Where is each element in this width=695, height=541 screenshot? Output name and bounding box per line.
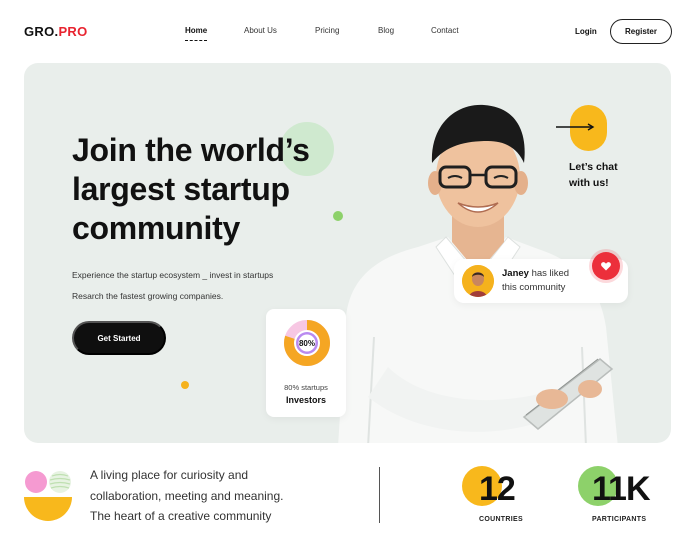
- nav-link-home[interactable]: Home: [185, 26, 208, 41]
- stat-countries: 12 COUNTRIES: [462, 466, 552, 528]
- stat-participants: 11K PARTICIPANTS: [578, 466, 668, 528]
- donut-center-label: 80%: [299, 339, 315, 348]
- chat-text[interactable]: Let’s chat with us!: [569, 159, 618, 191]
- like-text: Janey has liked this community: [502, 267, 569, 295]
- brand-logo[interactable]: GRO.PRO: [24, 24, 88, 39]
- community-description-line-2: collaboration, meeting and meaning.: [90, 488, 284, 503]
- logo-text-main: GRO.: [24, 24, 59, 39]
- get-started-button[interactable]: Get Started: [72, 321, 166, 355]
- logo-text-accent: PRO: [58, 24, 88, 39]
- decorative-dot: [181, 381, 189, 389]
- like-user-name: Janey: [502, 268, 529, 279]
- stat-number: 12: [479, 470, 516, 508]
- avatar: [462, 265, 494, 297]
- investors-caption: 80% startups: [284, 383, 328, 392]
- investors-label: Investors: [285, 395, 327, 405]
- hero-subtitle: Experience the startup ecosystem _ inves…: [72, 265, 273, 307]
- abstract-shapes-icon: [24, 471, 72, 521]
- hero-section: Join the world’s largest startup communi…: [24, 63, 671, 443]
- nav-link-blog[interactable]: Blog: [378, 26, 394, 35]
- divider: [379, 467, 380, 523]
- login-link[interactable]: Login: [575, 27, 597, 36]
- community-description-line-1: A living place for curiosity and: [90, 468, 249, 482]
- nav-link-pricing[interactable]: Pricing: [315, 26, 339, 35]
- stat-label: COUNTRIES: [479, 516, 523, 523]
- stat-number: 11K: [592, 470, 650, 508]
- hero-subtitle-line-1: Experience the startup ecosystem _ inves…: [72, 270, 274, 280]
- chat-text-line-1: Let’s chat: [569, 161, 618, 173]
- nav-link-about[interactable]: About Us: [244, 26, 277, 35]
- investors-card: 80% 80% startups Investors: [266, 309, 346, 417]
- community-description-line-3: The heart of a creative community: [90, 509, 272, 523]
- hero-subtitle-line-2: Resarch the fastest growing companies.: [72, 291, 224, 301]
- hero-title: Join the world’s largest startup communi…: [72, 132, 310, 246]
- like-action-text: has liked: [531, 268, 570, 279]
- top-nav: GRO.PRO Home About Us Pricing Blog Conta…: [0, 0, 695, 62]
- nav-link-contact[interactable]: Contact: [431, 26, 459, 35]
- community-description: A living place for curiosity and collabo…: [90, 465, 283, 527]
- heart-icon[interactable]: [592, 252, 620, 280]
- stat-label: PARTICIPANTS: [592, 516, 647, 523]
- investors-donut-chart: 80%: [284, 320, 330, 366]
- register-button[interactable]: Register: [610, 19, 672, 44]
- chat-text-line-2: with us!: [569, 177, 609, 189]
- like-target-text: this community: [502, 282, 566, 293]
- arrow-right-icon: [556, 123, 595, 131]
